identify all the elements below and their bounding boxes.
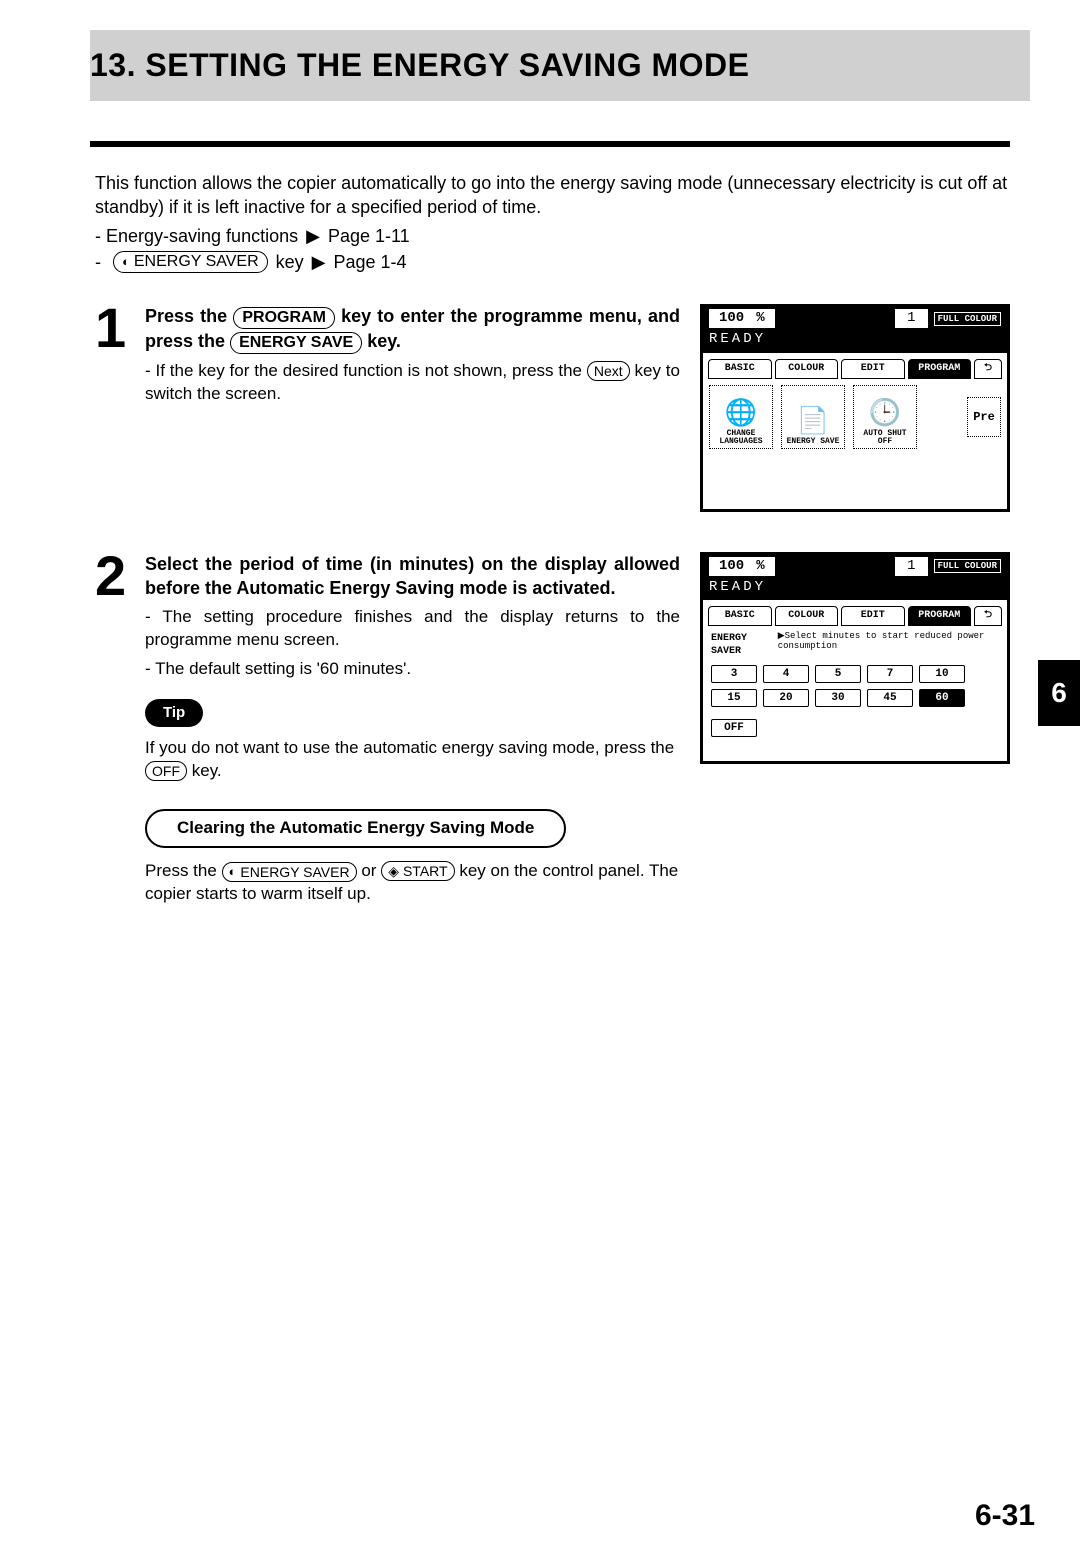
minute-btn-7[interactable]: 7 — [867, 665, 913, 683]
full-colour-badge: FULL COLOUR — [934, 559, 1001, 573]
energy-saver-label: ENERGY SAVER — [711, 632, 770, 659]
minute-btn-3[interactable]: 3 — [711, 665, 757, 683]
page-number: 6-31 — [975, 1496, 1035, 1537]
energy-saver-key: ◐ ENERGY SAVER — [222, 862, 357, 882]
tab-program[interactable]: PROGRAM — [908, 359, 972, 379]
minute-btn-30[interactable]: 30 — [815, 689, 861, 707]
minute-btn-5[interactable]: 5 — [815, 665, 861, 683]
tab-edit[interactable]: EDIT — [841, 606, 905, 626]
energy-saver-instruction: ▶Select minutes to start reduced power c… — [778, 632, 999, 659]
ref1-text: - Energy-saving functions — [95, 224, 298, 248]
arrow-icon: ▶ — [306, 224, 320, 248]
tab-return-icon[interactable]: ⮌ — [974, 606, 1002, 626]
step-2-heading: Select the period of time (in minutes) o… — [145, 552, 680, 601]
tab-basic[interactable]: BASIC — [708, 606, 772, 626]
arrow-icon: ▶ — [312, 250, 326, 274]
document-icon: 📄 — [797, 409, 829, 435]
tab-basic[interactable]: BASIC — [708, 359, 772, 379]
step-1-bullet: - If the key for the desired function is… — [145, 360, 680, 406]
panel1-body: 🌐 CHANGE LANGUAGES 📄 ENERGY SAVE 🕒 AUTO … — [703, 379, 1007, 509]
globe-icon: 🌐 — [725, 401, 757, 427]
diamond-icon: ◈ — [388, 861, 399, 881]
option-change-languages[interactable]: 🌐 CHANGE LANGUAGES — [709, 385, 773, 449]
ref2-page: Page 1-4 — [334, 250, 407, 274]
minute-grid: 3457101520304560OFF — [709, 665, 1001, 737]
minute-btn-20[interactable]: 20 — [763, 689, 809, 707]
chapter-header: 13. SETTING THE ENERGY SAVING MODE — [90, 30, 1030, 101]
tab-colour[interactable]: COLOUR — [775, 359, 839, 379]
full-colour-badge: FULL COLOUR — [934, 312, 1001, 326]
zoom-indicator: 100 % — [709, 309, 775, 328]
chapter-side-tab: 6 — [1038, 660, 1080, 726]
screen-panel-2: 100 % 1 FULL COLOUR READY BASIC COLOUR E… — [700, 552, 1010, 764]
tab-edit[interactable]: EDIT — [841, 359, 905, 379]
energy-saver-key-ref: ◐ ENERGY SAVER — [113, 251, 268, 273]
copy-count: 1 — [895, 557, 927, 576]
panel1-status: 100 % 1 FULL COLOUR — [703, 307, 1007, 330]
step-1-heading: Press the PROGRAM key to enter the progr… — [145, 304, 680, 354]
minute-btn-45[interactable]: 45 — [867, 689, 913, 707]
ready-label: READY — [703, 330, 1007, 353]
copy-count: 1 — [895, 309, 927, 328]
zoom-indicator: 100 % — [709, 557, 775, 576]
pre-button[interactable]: Pre — [967, 397, 1001, 437]
moon-icon: ◐ — [122, 252, 130, 272]
option-auto-shut-off[interactable]: 🕒 AUTO SHUT OFF — [853, 385, 917, 449]
chapter-number: 13. — [90, 47, 136, 83]
divider — [90, 141, 1010, 147]
chapter-title-text: SETTING THE ENERGY SAVING MODE — [145, 47, 749, 83]
screen-panel-1: 100 % 1 FULL COLOUR READY BASIC COLOUR E… — [700, 304, 1010, 511]
tab-return-icon[interactable]: ⮌ — [974, 359, 1002, 379]
moon-icon: ◐ — [229, 862, 237, 882]
ref2-key-label: ENERGY SAVER — [134, 252, 259, 272]
tab-colour[interactable]: COLOUR — [775, 606, 839, 626]
next-key: Next — [587, 361, 630, 381]
ref1-page: Page 1-11 — [328, 224, 410, 248]
energy-save-key: ENERGY SAVE — [230, 332, 362, 354]
tip-text: If you do not want to use the automatic … — [145, 737, 680, 783]
intro-paragraph: This function allows the copier automati… — [95, 171, 1010, 220]
clearing-text: Press the ◐ ENERGY SAVER or ◈ START key … — [145, 860, 680, 906]
s1-h-after: key. — [367, 331, 401, 351]
step-number-2: 2 — [95, 552, 137, 600]
program-key: PROGRAM — [233, 307, 335, 329]
tab-program[interactable]: PROGRAM — [908, 606, 972, 626]
minute-btn-4[interactable]: 4 — [763, 665, 809, 683]
panel2-tabs: BASIC COLOUR EDIT PROGRAM ⮌ — [703, 600, 1007, 626]
panel2-status: 100 % 1 FULL COLOUR — [703, 555, 1007, 578]
intro-block: This function allows the copier automati… — [95, 171, 1010, 274]
option-energy-save[interactable]: 📄 ENERGY SAVE — [781, 385, 845, 449]
ref-line-2: - ◐ ENERGY SAVER key ▶ Page 1-4 — [95, 250, 1010, 274]
step-number-1: 1 — [95, 304, 137, 352]
minute-btn-10[interactable]: 10 — [919, 665, 965, 683]
start-key: ◈ START — [381, 861, 454, 881]
tip-badge: Tip — [145, 699, 203, 727]
minute-btn-off[interactable]: OFF — [711, 719, 757, 737]
off-key: OFF — [145, 761, 187, 781]
ref2-suffix: key — [276, 250, 304, 274]
ref-line-1: - Energy-saving functions ▶ Page 1-11 — [95, 224, 1010, 248]
step-2: 2 Select the period of time (in minutes)… — [95, 552, 1010, 906]
panel2-body: ENERGY SAVER ▶Select minutes to start re… — [703, 626, 1007, 761]
s1-h-before: Press the — [145, 306, 227, 326]
step-2-bullet-2: - The default setting is '60 minutes'. — [145, 658, 680, 681]
ready-label: READY — [703, 578, 1007, 601]
minute-btn-15[interactable]: 15 — [711, 689, 757, 707]
panel1-tabs: BASIC COLOUR EDIT PROGRAM ⮌ — [703, 353, 1007, 379]
step-2-bullet-1: - The setting procedure finishes and the… — [145, 606, 680, 652]
content: 1 Press the PROGRAM key to enter the pro… — [95, 304, 1010, 906]
ref2-dash: - — [95, 250, 101, 274]
clock-icon: 🕒 — [869, 401, 901, 427]
step-1: 1 Press the PROGRAM key to enter the pro… — [95, 304, 1010, 511]
clearing-subhead: Clearing the Automatic Energy Saving Mod… — [145, 809, 566, 848]
minute-btn-60[interactable]: 60 — [919, 689, 965, 707]
